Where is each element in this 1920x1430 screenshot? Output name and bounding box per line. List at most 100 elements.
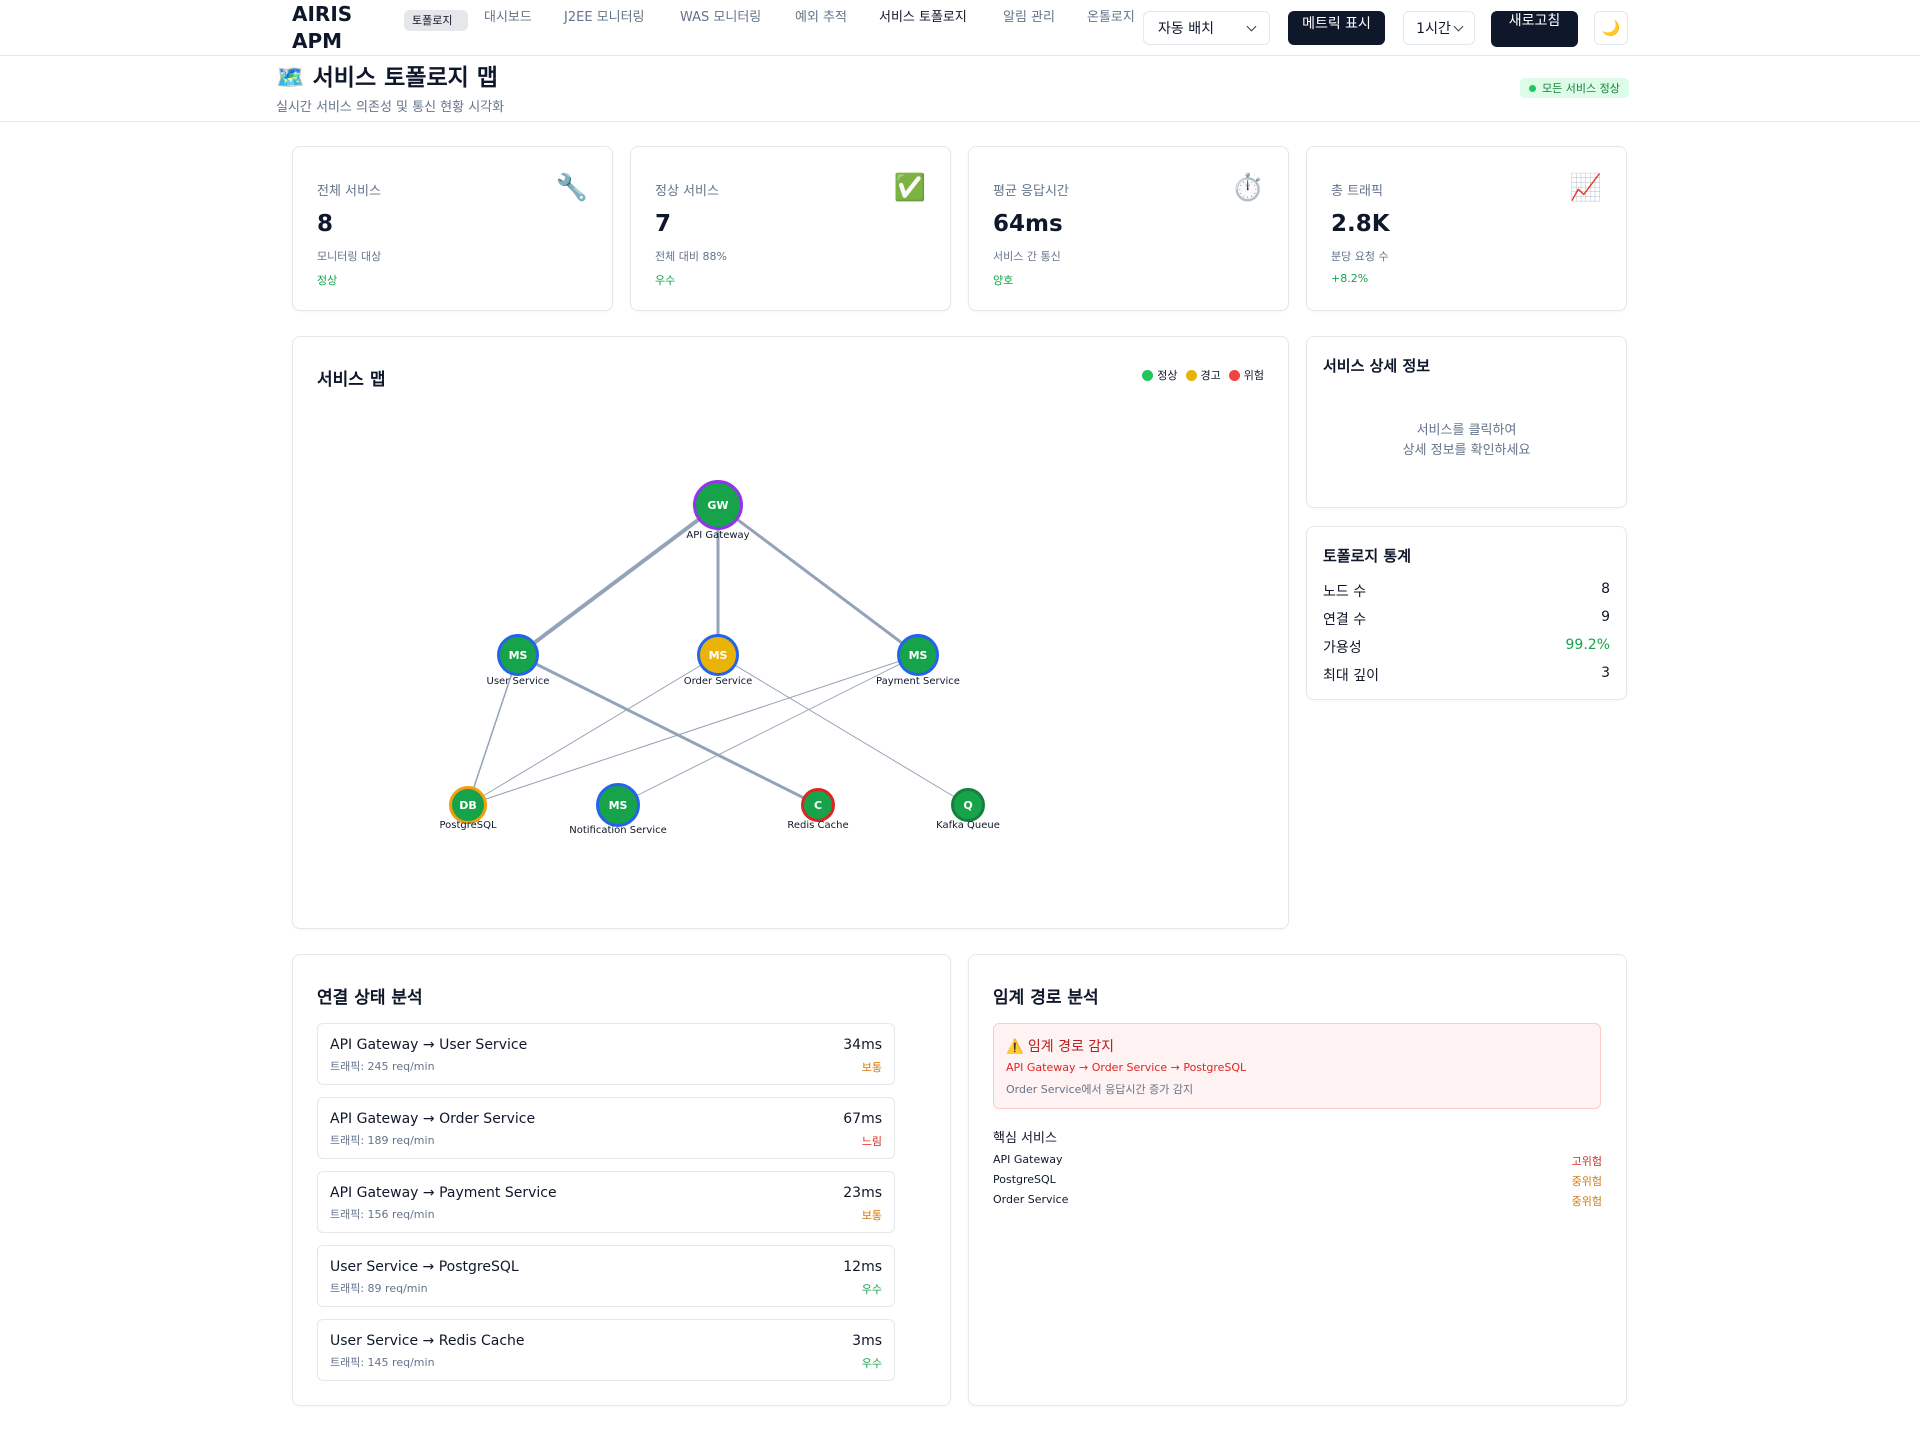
- connection-item[interactable]: User Service → PostgreSQL 트래픽: 89 req/mi…: [317, 1245, 895, 1307]
- node-user-service[interactable]: MS: [497, 634, 539, 676]
- status-badge-label: 모든 서비스 정상: [1542, 82, 1620, 95]
- critical-path-title: 임계 경로 분석: [993, 988, 1099, 1008]
- node-postgresql[interactable]: DB: [449, 786, 487, 824]
- node-label: PostgreSQL: [439, 820, 497, 831]
- connection-latency: 67ms: [843, 1111, 882, 1127]
- core-service-risk: 중위험: [1571, 1195, 1602, 1208]
- connection-name: API Gateway → User Service: [330, 1037, 528, 1053]
- core-service-risk: 중위험: [1571, 1175, 1602, 1188]
- connection-name: API Gateway → Order Service: [330, 1111, 536, 1127]
- layout-select[interactable]: 자동 배치: [1143, 11, 1270, 45]
- nav-item-topology[interactable]: 토폴로지: [404, 10, 468, 31]
- connection-traffic: 트래픽: 156 req/min: [330, 1208, 435, 1221]
- stat-description: 분당 요청 수: [1331, 250, 1389, 263]
- stat-value: 8: [317, 211, 334, 237]
- stat-card-avg-response-time: 평균 응답시간 ⏱️ 64ms 서비스 간 통신 양호: [968, 146, 1289, 311]
- stat-row-label: 연결 수: [1323, 612, 1367, 628]
- stat-row-label: 노드 수: [1323, 584, 1367, 600]
- chevron-down-icon: [1453, 21, 1464, 31]
- stat-row-value: 3: [1601, 665, 1610, 681]
- check-icon: ✅: [893, 173, 926, 203]
- stopwatch-icon: ⏱️: [1231, 173, 1264, 203]
- connection-status: 보통: [861, 1209, 882, 1222]
- time-range-select[interactable]: 1시간: [1403, 11, 1475, 45]
- node-label: Redis Cache: [787, 820, 849, 831]
- node-payment-service[interactable]: MS: [897, 634, 939, 676]
- nav-item-j2ee-monitoring[interactable]: J2EE 모니터링: [564, 9, 658, 27]
- connection-status: 느림: [861, 1135, 882, 1148]
- stat-value: 2.8K: [1331, 211, 1390, 237]
- connection-traffic: 트래픽: 145 req/min: [330, 1356, 435, 1369]
- service-map-card: 서비스 맵 정상 경고 위험 GW API Gateway MS User Se…: [292, 336, 1289, 929]
- node-notification-service[interactable]: MS: [596, 783, 640, 827]
- theme-toggle-button[interactable]: 🌙: [1594, 11, 1628, 45]
- alert-title: ⚠️ 임계 경로 감지: [1006, 1039, 1115, 1055]
- core-service-risk: 고위험: [1571, 1155, 1602, 1168]
- node-order-service[interactable]: MS: [697, 634, 739, 676]
- node-abbr: Q: [963, 798, 973, 812]
- stat-card-total-services: 전체 서비스 🔧 8 모니터링 대상 정상: [292, 146, 613, 311]
- edge-user-redis: [517, 653, 819, 807]
- nav-item-service-topology[interactable]: 서비스 토폴로지: [879, 9, 975, 27]
- core-service-row: Order Service 중위험: [993, 1193, 1602, 1209]
- wrench-icon: 🔧: [555, 173, 588, 203]
- connection-status: 우수: [861, 1283, 882, 1296]
- node-label: User Service: [486, 676, 550, 687]
- node-kafka-queue[interactable]: Q: [951, 788, 985, 822]
- critical-path-card: 임계 경로 분석 ⚠️ 임계 경로 감지 API Gateway → Order…: [968, 954, 1627, 1406]
- placeholder-line: 상세 정보를 확인하세요: [1402, 443, 1531, 458]
- metrics-toggle-button[interactable]: 메트릭 표시: [1288, 11, 1385, 45]
- node-abbr: MS: [708, 648, 728, 662]
- connection-item[interactable]: API Gateway → Order Service 트래픽: 189 req…: [317, 1097, 895, 1159]
- nav-item-alert-management[interactable]: 알림 관리: [1003, 9, 1063, 27]
- core-service-name: API Gateway: [993, 1153, 1063, 1166]
- topology-stats-card: 토폴로지 통계 노드 수 8 연결 수 9 가용성 99.2% 최대 깊이 3: [1306, 526, 1627, 700]
- node-abbr: MS: [608, 798, 628, 812]
- connection-item[interactable]: User Service → Redis Cache 트래픽: 145 req/…: [317, 1319, 895, 1381]
- stat-trend: 정상: [317, 274, 338, 287]
- alert-description: Order Service에서 응답시간 증가 감지: [1006, 1083, 1194, 1096]
- connection-latency: 23ms: [843, 1185, 882, 1201]
- node-label: Order Service: [683, 676, 753, 687]
- stat-label: 총 트래픽: [1331, 184, 1383, 199]
- stat-trend: 양호: [993, 274, 1014, 287]
- node-api-gateway[interactable]: GW: [693, 480, 743, 530]
- topology-stat-row: 연결 수 9: [1323, 609, 1610, 629]
- node-label: Notification Service: [569, 825, 667, 836]
- connection-traffic: 트래픽: 89 req/min: [330, 1282, 428, 1295]
- stat-row-value: 8: [1601, 581, 1610, 597]
- stat-label: 전체 서비스: [317, 184, 381, 199]
- stat-row-value: 9: [1601, 609, 1610, 625]
- service-detail-placeholder: 서비스를 클릭하여 상세 정보를 확인하세요: [1307, 421, 1626, 461]
- node-label: API Gateway: [686, 530, 750, 541]
- core-service-row: PostgreSQL 중위험: [993, 1173, 1602, 1189]
- connection-name: User Service → PostgreSQL: [330, 1259, 519, 1275]
- core-service-name: Order Service: [993, 1193, 1069, 1206]
- stat-row-label: 최대 깊이: [1323, 668, 1379, 684]
- refresh-button[interactable]: 새로고침: [1491, 11, 1578, 47]
- app-logo[interactable]: AIRIS APM: [292, 1, 362, 55]
- nav-item-dashboard[interactable]: 대시보드: [484, 9, 544, 27]
- stat-label: 평균 응답시간: [993, 184, 1069, 199]
- node-label: Kafka Queue: [936, 820, 1000, 831]
- nav-item-exception-tracking[interactable]: 예외 추적: [795, 9, 855, 27]
- topology-stat-row: 최대 깊이 3: [1323, 665, 1610, 685]
- status-dot-icon: [1529, 84, 1536, 92]
- core-service-row: API Gateway 고위험: [993, 1153, 1602, 1169]
- edge-gw-pay: [717, 503, 919, 657]
- stat-description: 모니터링 대상: [317, 250, 382, 263]
- placeholder-line: 서비스를 클릭하여: [1416, 423, 1517, 438]
- connection-item[interactable]: API Gateway → User Service 트래픽: 245 req/…: [317, 1023, 895, 1085]
- edge-gw-user: [516, 503, 720, 657]
- topology-stat-row: 가용성 99.2%: [1323, 637, 1610, 657]
- connection-status: 보통: [861, 1061, 882, 1074]
- connection-item[interactable]: API Gateway → Payment Service 트래픽: 156 r…: [317, 1171, 895, 1233]
- nav-item-ontology[interactable]: 온톨로지: [1087, 9, 1139, 27]
- node-abbr: GW: [707, 498, 729, 512]
- top-navigation: AIRIS APM 토폴로지 대시보드 J2EE 모니터링 WAS 모니터링 예…: [0, 0, 1920, 56]
- layout-select-value: 자동 배치: [1158, 21, 1214, 37]
- nav-item-was-monitoring[interactable]: WAS 모니터링: [680, 9, 768, 27]
- node-redis-cache[interactable]: C: [801, 788, 835, 822]
- page-header: 🗺️ 서비스 토폴로지 맵 실시간 서비스 의존성 및 통신 현황 시각화 모든…: [0, 56, 1920, 122]
- stat-value: 64ms: [993, 211, 1063, 237]
